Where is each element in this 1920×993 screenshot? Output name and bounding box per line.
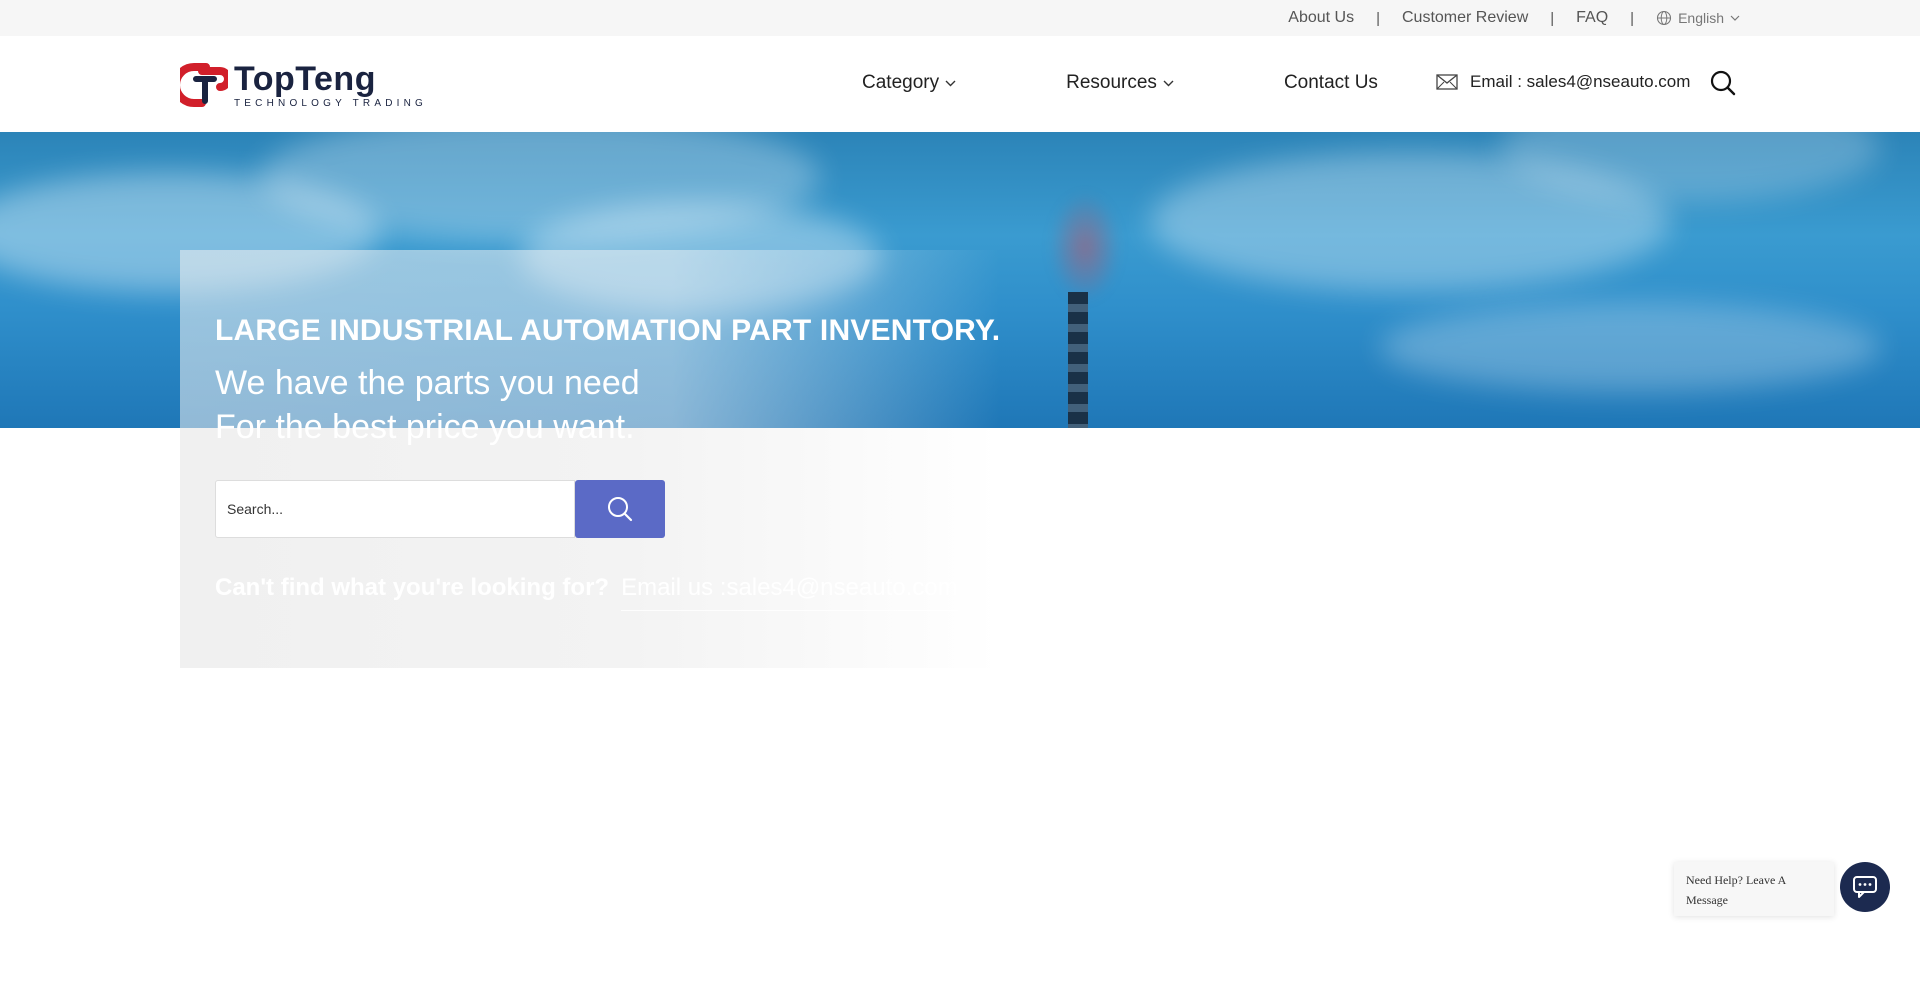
logo-subtitle: TECHNOLOGY TRADING bbox=[234, 97, 428, 109]
search-icon bbox=[608, 497, 633, 522]
chat-prompt[interactable]: Need Help? Leave A Message bbox=[1674, 862, 1834, 916]
hero-panel-lower bbox=[180, 428, 1000, 668]
language-label: English bbox=[1678, 10, 1724, 26]
chimney bbox=[1068, 292, 1088, 428]
search-icon[interactable] bbox=[1710, 70, 1736, 96]
logo-text: TopTeng TECHNOLOGY TRADING bbox=[234, 62, 427, 109]
logo[interactable]: TopTeng TECHNOLOGY TRADING bbox=[180, 60, 430, 110]
globe-icon bbox=[1657, 10, 1672, 26]
hero-headline: LARGE INDUSTRIAL AUTOMATION PART INVENTO… bbox=[215, 314, 1001, 347]
hero-subline-1: We have the parts you need bbox=[215, 364, 640, 402]
hero-subline-2: For the best price you want. bbox=[215, 408, 635, 446]
hero-search-input[interactable]: Search... bbox=[215, 480, 575, 538]
chat-icon bbox=[1853, 876, 1877, 898]
hero-search-button[interactable] bbox=[575, 480, 665, 538]
cloud bbox=[1380, 302, 1880, 392]
chevron-down-icon bbox=[945, 80, 956, 87]
faq-link[interactable]: FAQ bbox=[1576, 9, 1608, 27]
header-email-label: Email : sales4@nseauto.com bbox=[1470, 72, 1691, 91]
logo-mark-icon bbox=[180, 63, 228, 107]
nav-resources[interactable]: Resources bbox=[1066, 72, 1174, 94]
header-email[interactable]: Email : sales4@nseauto.com bbox=[1436, 72, 1690, 92]
cant-find-text: Can't find what you're looking for? bbox=[215, 574, 610, 601]
chat-button[interactable] bbox=[1840, 862, 1890, 912]
main-nav: Category Resources Contact Us bbox=[862, 72, 1378, 94]
smoke bbox=[1050, 192, 1120, 302]
top-links: About Us | Customer Review | FAQ | Engli… bbox=[1288, 0, 1740, 36]
separator: | bbox=[1630, 9, 1635, 27]
about-us-link[interactable]: About Us bbox=[1288, 9, 1354, 27]
main-header: TopTeng TECHNOLOGY TRADING Category Reso… bbox=[0, 36, 1920, 132]
mail-icon bbox=[1436, 74, 1458, 90]
nav-category-label: Category bbox=[862, 72, 940, 93]
nav-category[interactable]: Category bbox=[862, 72, 956, 94]
logo-name: TopTeng bbox=[234, 59, 376, 98]
top-bar: About Us | Customer Review | FAQ | Engli… bbox=[0, 0, 1920, 36]
email-us-link[interactable]: Email us :sales4@nseauto.com bbox=[621, 574, 958, 611]
chevron-down-icon bbox=[1730, 15, 1740, 21]
separator: | bbox=[1376, 9, 1380, 27]
nav-contact-label: Contact Us bbox=[1283, 72, 1378, 93]
nav-contact-us[interactable]: Contact Us bbox=[1284, 72, 1378, 94]
cant-find-row: Can't find what you're looking for? Emai… bbox=[215, 574, 958, 611]
search-placeholder: Search... bbox=[227, 501, 284, 517]
separator: | bbox=[1550, 9, 1555, 27]
chevron-down-icon bbox=[1163, 80, 1174, 87]
customer-review-link[interactable]: Customer Review bbox=[1402, 9, 1528, 27]
language-selector[interactable]: English bbox=[1656, 10, 1740, 26]
nav-resources-label: Resources bbox=[1066, 72, 1157, 93]
